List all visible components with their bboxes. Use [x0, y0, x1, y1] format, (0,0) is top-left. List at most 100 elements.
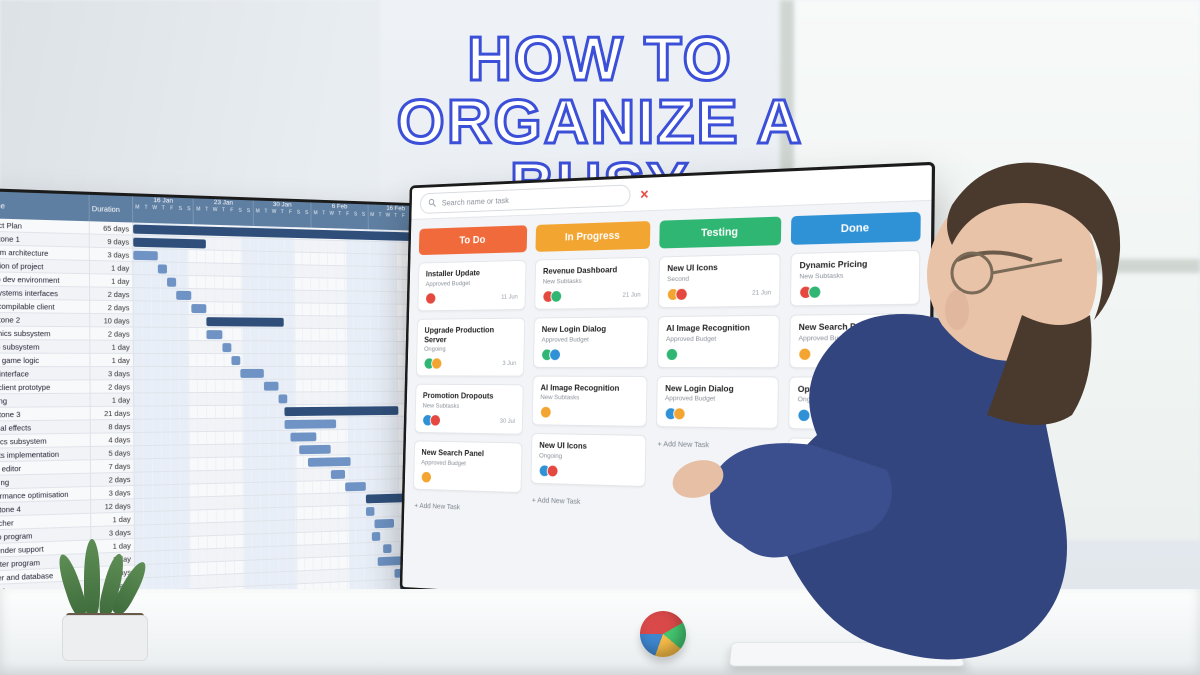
add-task-button[interactable]: Add New Task: [656, 435, 778, 455]
card-subtitle: Approved Budget: [666, 335, 771, 343]
card-subtitle: New Subtasks: [799, 271, 910, 281]
column-header: In Progress: [535, 221, 650, 252]
kanban-card[interactable]: Upgrade Production ServerOngoing3 Jun: [416, 317, 525, 376]
card-avatars: [422, 414, 441, 427]
keyboard: [729, 642, 966, 666]
card-avatars: [797, 409, 810, 423]
gantt-bar[interactable]: [133, 238, 206, 249]
gantt-row-name: Audio subsystem: [0, 340, 90, 353]
gantt-bar[interactable]: [158, 264, 167, 273]
kanban-card[interactable]: New UI IconsOngoing: [530, 433, 646, 487]
gantt-bar[interactable]: [222, 343, 231, 352]
column-cards: Installer UpdateApproved Budget11 JunUpg…: [412, 260, 526, 517]
gantt-bar[interactable]: [366, 507, 375, 516]
gantt-bar[interactable]: [284, 406, 398, 416]
card-footer: [797, 409, 909, 424]
kanban-card[interactable]: Promotion DropoutsNew Subtasks30 Jul: [414, 384, 523, 435]
add-task-button[interactable]: Add New Task: [787, 490, 918, 512]
search-input[interactable]: Search name or task: [420, 184, 631, 214]
gantt-bar[interactable]: [299, 445, 331, 454]
card-subtitle: Ongoing: [539, 453, 638, 462]
gantt-row-duration: 2 days: [91, 473, 135, 486]
card-avatars: [666, 348, 679, 361]
kanban-card[interactable]: New Login DialogApproved Budget: [533, 316, 649, 368]
gantt-bar[interactable]: [346, 482, 366, 491]
rubber-band-ball: [640, 611, 686, 657]
kanban-card[interactable]: New UI IconsSecond21 Jun: [658, 253, 781, 308]
column-header: Done: [791, 212, 921, 245]
gantt-row[interactable]: 11Basic game logic1 day: [0, 354, 425, 368]
gantt-row-chart: [134, 314, 425, 328]
card-title: Upgrade Production Server: [424, 325, 517, 344]
gantt-bar[interactable]: [207, 317, 284, 327]
kanban-card[interactable]: AI Image RecognitionApproved Budget: [657, 315, 780, 368]
kanban-card[interactable]: New Search PanelApproved Budget: [413, 440, 522, 492]
avatar: [549, 348, 561, 361]
gantt-bar[interactable]: [285, 419, 337, 428]
gantt-bar[interactable]: [331, 470, 345, 479]
gantt-row-duration: 9 days: [90, 234, 133, 247]
search-icon: [427, 197, 436, 208]
add-task-button[interactable]: Add New Task: [530, 491, 645, 512]
gantt-row-duration: 65 days: [90, 221, 133, 234]
kanban-card[interactable]: New Login DialogApproved Budget: [656, 376, 779, 430]
kanban-card[interactable]: Dynamic PricingNew Subtasks: [790, 250, 920, 306]
card-title: Optimize Loading Time: [798, 384, 910, 395]
gantt-row-name: First client prototype: [0, 380, 91, 393]
gantt-row-name: Special effects: [0, 420, 91, 434]
gantt-bar[interactable]: [167, 278, 176, 287]
gantt-row-duration: 1 day: [90, 261, 133, 274]
kanban-card[interactable]: Installer UpdateApproved Budget11 Jun: [417, 260, 526, 311]
kanban-card[interactable]: Optimize Loading TimeOngoing: [788, 376, 919, 431]
gantt-bar[interactable]: [240, 369, 264, 378]
card-footer: 11 Jun: [425, 291, 518, 305]
gantt-col-task: Task Name: [0, 190, 90, 221]
avatar: [547, 465, 559, 478]
gantt-bar[interactable]: [374, 519, 394, 528]
gantt-bar[interactable]: [231, 356, 240, 365]
column-cards: Dynamic PricingNew Subtasks New Search Pa…: [787, 250, 920, 513]
gantt-bar[interactable]: [383, 544, 391, 553]
gantt-row-duration: 1 day: [90, 274, 133, 287]
card-avatars: [667, 287, 688, 300]
gantt-bar[interactable]: [192, 304, 207, 313]
gantt-bar[interactable]: [278, 394, 287, 403]
card-avatars: [540, 406, 552, 419]
card-title: Revenue Dashboard: [543, 265, 641, 277]
kanban-card[interactable]: New Search PanelApproved Budget: [789, 313, 920, 368]
gantt-row-duration: 3 days: [91, 526, 135, 540]
kanban-card[interactable]: AI Image RecognitionNew Subtasks: [532, 375, 648, 427]
gantt-row-name: Graphics subsystem: [0, 326, 90, 339]
card-title: New Login Dialog: [665, 384, 770, 395]
gantt-row-chart: [134, 341, 425, 354]
card-subtitle: Ongoing: [798, 396, 910, 404]
add-task-button[interactable]: Add New Task: [412, 497, 521, 517]
card-title: AI Image Recognition: [540, 383, 639, 393]
avatar: [430, 414, 441, 426]
gantt-date-group: 30 JanMTWTFSS: [254, 200, 312, 227]
avatar: [540, 406, 552, 419]
gantt-row-name: Milestone 3: [0, 407, 91, 421]
gantt-bar[interactable]: [290, 432, 316, 441]
gantt-bar[interactable]: [176, 291, 191, 300]
column-header: To Do: [419, 225, 527, 255]
avatar: [550, 290, 562, 303]
card-footer: [797, 461, 909, 477]
card-footer: [540, 406, 639, 420]
kanban-card[interactable]: Keyword Sorting: [787, 438, 918, 486]
search-placeholder: Search name or task: [442, 195, 509, 207]
gantt-row[interactable]: 10Audio subsystem1 day: [0, 340, 425, 354]
gantt-bar[interactable]: [207, 330, 222, 339]
clear-icon[interactable]: ✕: [638, 187, 651, 201]
gantt-bar[interactable]: [308, 457, 351, 467]
avatar: [806, 462, 819, 476]
kanban-card[interactable]: Revenue DashboardNew Subtasks21 Jun: [534, 257, 650, 310]
card-title: AI Image Recognition: [666, 323, 771, 334]
gantt-row-duration: 2 days: [91, 380, 135, 392]
gantt-bar[interactable]: [264, 382, 279, 391]
card-subtitle: Approved Budget: [426, 279, 519, 288]
gantt-bar[interactable]: [371, 532, 379, 541]
card-title: Promotion Dropouts: [423, 392, 516, 402]
gantt-bar[interactable]: [133, 251, 158, 261]
card-date: 30 Jul: [500, 418, 515, 425]
